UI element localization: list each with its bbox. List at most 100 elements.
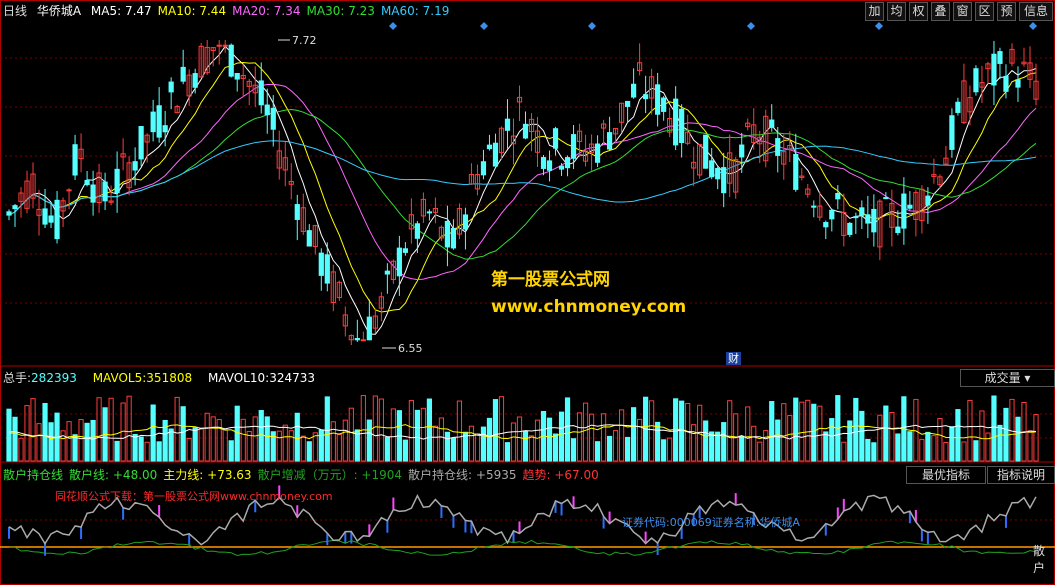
toolbar-button-5[interactable]: 区 bbox=[975, 2, 994, 21]
volume-bar bbox=[192, 427, 198, 462]
volume-bar bbox=[576, 412, 583, 462]
toolbar-button-1[interactable]: 均 bbox=[887, 2, 906, 21]
volume-bar bbox=[252, 416, 258, 462]
volume-bar bbox=[72, 434, 78, 462]
high-price-label: 7.72 bbox=[292, 34, 317, 47]
volume-bar bbox=[973, 440, 979, 462]
volume-bar bbox=[108, 397, 114, 462]
volume-bar bbox=[793, 397, 799, 462]
volume-bar bbox=[883, 405, 889, 462]
volume-tab[interactable]: 成交量 ▾ bbox=[960, 369, 1055, 387]
volume-bar bbox=[132, 433, 138, 462]
vol-mavol10-label: MAVOL10: bbox=[207, 371, 270, 385]
vol-mavol10-value: 324733 bbox=[269, 371, 315, 385]
volume-bar bbox=[30, 398, 36, 462]
candle-body bbox=[234, 73, 240, 80]
candle-body bbox=[84, 179, 90, 186]
candle-body bbox=[715, 167, 721, 180]
volume-bar bbox=[919, 439, 925, 462]
volume-bar bbox=[384, 436, 390, 462]
volume-bar bbox=[510, 422, 517, 462]
volume-bar bbox=[829, 418, 835, 462]
toolbar-button-6[interactable]: 预 bbox=[997, 2, 1016, 21]
volume-bar bbox=[150, 404, 156, 462]
volume-bar bbox=[618, 409, 625, 462]
ma-legend-ma5: MA5: 7.47 bbox=[90, 4, 152, 18]
vol-mavol5-value: 351808 bbox=[146, 371, 193, 385]
volume-bar bbox=[432, 425, 439, 462]
volume-bar bbox=[198, 428, 204, 462]
toolbar-button-3[interactable]: 叠 bbox=[931, 2, 950, 21]
volume-bar bbox=[709, 431, 715, 462]
candle-body bbox=[354, 338, 360, 341]
volume-bar bbox=[126, 395, 132, 462]
candle-body bbox=[643, 94, 649, 100]
ma-legend: MA5: 7.47 MA10: 7.44 MA20: 7.34 MA30: 7.23 M… bbox=[91, 4, 455, 18]
volume-bar bbox=[348, 407, 354, 462]
volume-bar bbox=[955, 409, 961, 462]
ma-legend-ma20: MA20: 7.34 bbox=[232, 4, 301, 18]
indicator-item-2: 主力线: +73.63 bbox=[163, 468, 252, 482]
volume-bar bbox=[138, 436, 144, 462]
finance-marker[interactable]: 财 bbox=[726, 352, 741, 365]
candle-body bbox=[192, 73, 198, 88]
candle-body bbox=[564, 157, 571, 169]
event-diamond-3 bbox=[747, 22, 755, 30]
volume-bar bbox=[612, 430, 619, 462]
volume-header: 总手:282393 MAVOL5:351808 MAVOL10:324733 bbox=[3, 371, 327, 385]
toolbar-button-7[interactable]: 信息 bbox=[1019, 2, 1053, 21]
indicator-item-1: 散户线: +48.00 bbox=[69, 468, 158, 482]
candle-body bbox=[847, 222, 853, 235]
candle-body bbox=[709, 160, 715, 178]
toolbar-button-2[interactable]: 权 bbox=[909, 2, 928, 21]
volume-bar bbox=[534, 419, 541, 462]
volume-bar bbox=[366, 419, 372, 462]
volume-bar bbox=[913, 398, 919, 462]
volume-bar bbox=[624, 436, 631, 462]
period-label[interactable]: 日线 bbox=[3, 4, 27, 18]
candle-body bbox=[673, 98, 679, 146]
candle-body bbox=[655, 84, 661, 115]
volume-bar bbox=[546, 417, 553, 462]
candle-body bbox=[865, 214, 871, 224]
volume-bar bbox=[210, 416, 216, 462]
volume-bar bbox=[823, 431, 829, 462]
indicator-help-label: 指标说明 bbox=[996, 468, 1045, 482]
volume-bar bbox=[925, 431, 931, 462]
volume-bar bbox=[330, 421, 336, 462]
volume-bar bbox=[637, 418, 643, 462]
candle-body bbox=[1015, 79, 1021, 88]
candle-body bbox=[102, 181, 108, 202]
volume-bar bbox=[721, 422, 727, 462]
volume-bar bbox=[84, 422, 90, 462]
volume-bar bbox=[180, 406, 186, 462]
candle-body bbox=[444, 220, 451, 248]
volume-bar bbox=[997, 424, 1003, 462]
watermark-title: 第一股票公式网 bbox=[491, 270, 610, 290]
toolbar-button-0[interactable]: 加 bbox=[865, 2, 884, 21]
event-diamond-0 bbox=[389, 22, 397, 30]
volume-bar bbox=[156, 441, 162, 462]
best-indicator-tab[interactable]: 最优指标 bbox=[906, 466, 986, 484]
indicator-help-tab[interactable]: 指标说明 bbox=[987, 466, 1055, 484]
volume-bar bbox=[937, 418, 943, 462]
candle-body bbox=[871, 208, 877, 233]
toolbar-button-4[interactable]: 窗 bbox=[953, 2, 972, 21]
volume-bar bbox=[769, 401, 775, 462]
volume-bar bbox=[739, 435, 745, 462]
chart-toolbar: 加均权叠窗区预信息 bbox=[862, 2, 1053, 21]
volume-bar bbox=[12, 416, 18, 462]
volume-bar bbox=[264, 416, 270, 462]
volume-bar bbox=[276, 430, 282, 462]
volume-bar bbox=[318, 429, 324, 462]
candle-body bbox=[594, 143, 601, 163]
ma-legend-ma10: MA10: 7.44 bbox=[157, 4, 227, 18]
candle-body bbox=[721, 167, 727, 194]
volume-bar bbox=[240, 418, 246, 462]
candle-body bbox=[42, 208, 48, 225]
volume-bar bbox=[691, 424, 697, 462]
candle-body bbox=[162, 125, 168, 133]
volume-bar bbox=[967, 399, 973, 462]
volume-bar bbox=[757, 441, 763, 462]
candle-body bbox=[72, 144, 78, 176]
